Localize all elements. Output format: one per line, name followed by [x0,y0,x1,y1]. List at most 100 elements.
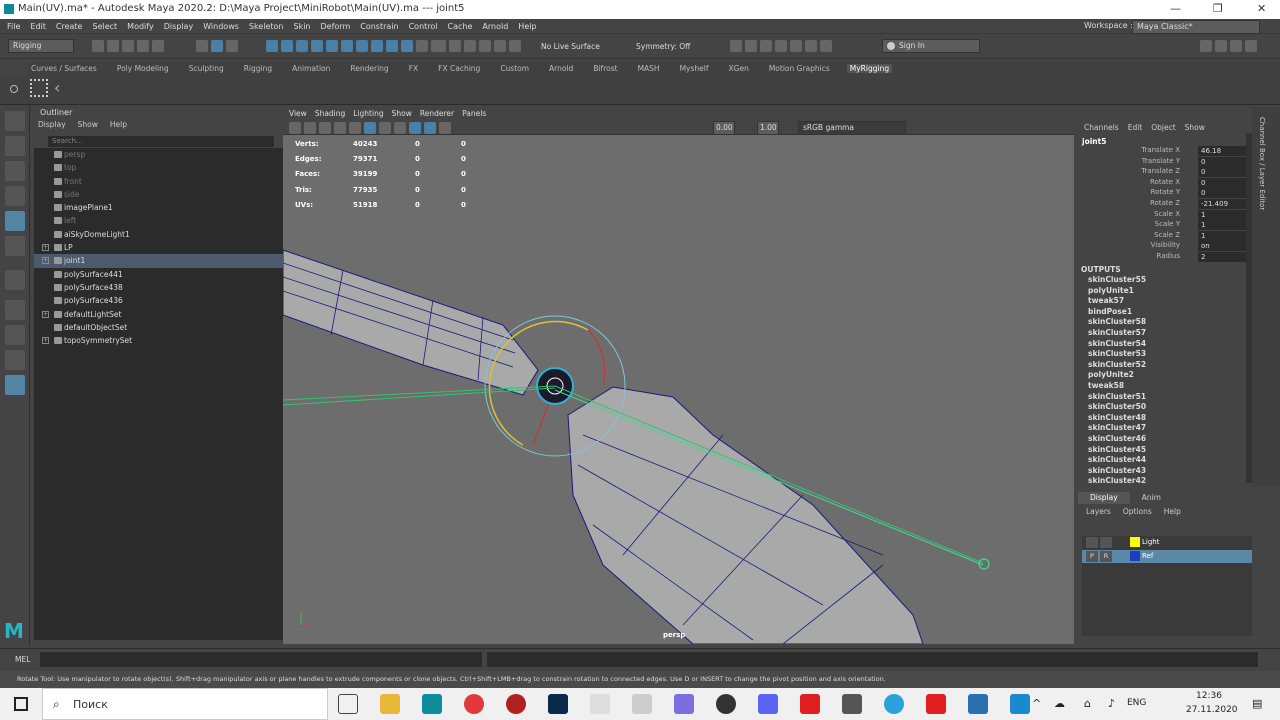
channel-attribute-row[interactable]: Translate Z 0 [1078,167,1268,178]
language-indicator[interactable]: ENG [1127,698,1146,708]
expand-icon[interactable]: + [42,337,49,345]
app-icon-3[interactable] [716,694,736,714]
shelf-settings-icon[interactable] [10,85,18,93]
layer-menu-help[interactable]: Help [1164,507,1181,516]
screen-recorder-icon[interactable] [464,694,484,714]
outliner-layout-icon[interactable] [5,375,25,395]
output-node[interactable]: skinCluster57 [1078,328,1268,339]
viewport-menu-renderer[interactable]: Renderer [420,109,454,118]
isolate-icon[interactable] [439,122,451,134]
render-view-icon[interactable] [790,40,802,52]
output-node[interactable]: skinCluster42 [1078,476,1268,485]
channel-attribute-row[interactable]: Scale X 1 [1078,209,1268,221]
attribute-editor-icon[interactable] [1215,40,1227,52]
layer-color-swatch[interactable] [1130,537,1140,547]
channel-attribute-row[interactable]: Radius 2 [1078,251,1268,263]
volume-icon[interactable]: ♪ [1108,697,1115,710]
wireframe-on-shaded-icon[interactable] [409,122,421,134]
channel-attribute-value[interactable]: on [1198,241,1246,252]
arnold-render-icon[interactable] [805,40,817,52]
select-component-icon[interactable] [226,40,238,52]
rotate-tool-icon[interactable] [5,211,25,231]
outliner-item[interactable]: + joint1 [34,254,298,268]
shelf-joint-tool-icon[interactable] [30,79,48,97]
channel-attribute-row[interactable]: Scale Y 1 [1078,220,1268,231]
render-settings-icon[interactable] [760,40,772,52]
outliner-item[interactable]: + LP [34,241,298,254]
shelf-tab[interactable]: MASH [635,64,663,73]
scale-tool-icon[interactable] [5,236,25,256]
layer-menu-layers[interactable]: Layers [1086,507,1111,516]
output-node[interactable]: skinCluster45 [1078,445,1268,456]
photos-icon[interactable] [968,694,988,714]
notifications-icon[interactable]: ▤ [1252,697,1262,710]
channel-attribute-value[interactable]: 1 [1198,220,1246,231]
menu-item-control[interactable]: Control [409,22,438,31]
network-icon[interactable]: ⌂ [1084,697,1091,710]
camera-attributes-icon[interactable] [304,122,316,134]
layer-flag[interactable] [1086,537,1098,548]
shelf-tab[interactable]: Sculpting [186,64,227,73]
output-node[interactable]: skinCluster43 [1078,466,1268,477]
paint-select-tool-icon[interactable] [5,161,25,181]
menu-item-skeleton[interactable]: Skeleton [249,22,284,31]
two-view-layout-icon[interactable] [5,350,25,370]
menu-item-select[interactable]: Select [92,22,117,31]
channel-menu-channels[interactable]: Channels [1084,123,1119,132]
sign-in-button[interactable]: Sign In [882,39,980,53]
output-node[interactable]: polyUnite2 [1078,370,1268,381]
taskbar-search-box[interactable]: ⌕ Поиск [42,688,328,720]
ipr-icon[interactable] [745,40,757,52]
clock-time[interactable]: 12:36 [1196,691,1222,701]
outliner-menu-display[interactable]: Display [38,120,66,129]
viewport-menu-panels[interactable]: Panels [462,109,486,118]
lasso-tool-icon[interactable] [5,136,25,156]
outliner-item[interactable]: aiSkyDomeLight1 [34,228,298,241]
outliner-search-input[interactable]: Search... [48,136,274,147]
menu-item-create[interactable]: Create [56,22,83,31]
channel-attribute-value[interactable]: 1 [1198,230,1246,241]
snap-live-icon[interactable] [509,40,521,52]
workspace-dropdown[interactable]: Maya Classic* [1132,20,1260,34]
output-node[interactable]: skinCluster44 [1078,455,1268,466]
outliner-item[interactable]: persp [34,148,298,161]
expand-icon[interactable]: + [42,257,49,265]
render-frame-icon[interactable] [730,40,742,52]
shelf-tab[interactable]: Curves / Surfaces [28,64,100,73]
channel-attribute-value[interactable]: -21.409 [1198,198,1246,209]
snap-point-icon[interactable] [464,40,476,52]
outliner-item[interactable]: imagePlane1 [34,201,298,214]
xray-icon[interactable] [424,122,436,134]
channel-box-icon[interactable] [1245,40,1257,52]
output-node[interactable]: bindPose1 [1078,307,1268,318]
channel-menu-show[interactable]: Show [1185,123,1205,132]
output-node[interactable]: skinCluster52 [1078,360,1268,371]
channel-menu-object[interactable]: Object [1151,123,1175,132]
channel-attribute-value[interactable]: 46.18 [1198,146,1246,156]
channel-attribute-row[interactable]: Rotate Y 0 [1078,188,1268,199]
viewport-menu-show[interactable]: Show [392,109,412,118]
output-node[interactable]: skinCluster50 [1078,402,1268,413]
single-perspective-layout-icon[interactable] [5,300,25,320]
shelf-tab[interactable]: Poly Modeling [114,64,172,73]
output-node[interactable]: tweak58 [1078,381,1268,392]
output-node[interactable]: tweak57 [1078,296,1268,307]
menu-item-cache[interactable]: Cache [448,22,473,31]
menu-item-constrain[interactable]: Constrain [360,22,398,31]
layer-flag[interactable] [1100,537,1112,548]
select-camera-icon[interactable] [289,122,301,134]
bookmark-icon[interactable] [319,122,331,134]
outliner-menu-help[interactable]: Help [110,120,127,129]
snap-view-plane-icon[interactable] [494,40,506,52]
shelf-tab[interactable]: Rendering [347,64,391,73]
select-tool-icon[interactable] [5,111,25,131]
layer-menu-options[interactable]: Options [1123,507,1152,516]
cloud-icon[interactable]: ☁ [1054,697,1065,710]
media-player-icon[interactable] [1010,694,1030,714]
smooth-shade-icon[interactable] [379,122,391,134]
wireframe-icon[interactable] [364,122,376,134]
channel-attribute-row[interactable]: Translate X 46.18 [1078,146,1268,157]
shelf-tab[interactable]: XGen [726,64,752,73]
image-plane-icon[interactable] [334,122,346,134]
menu-item-windows[interactable]: Windows [203,22,239,31]
